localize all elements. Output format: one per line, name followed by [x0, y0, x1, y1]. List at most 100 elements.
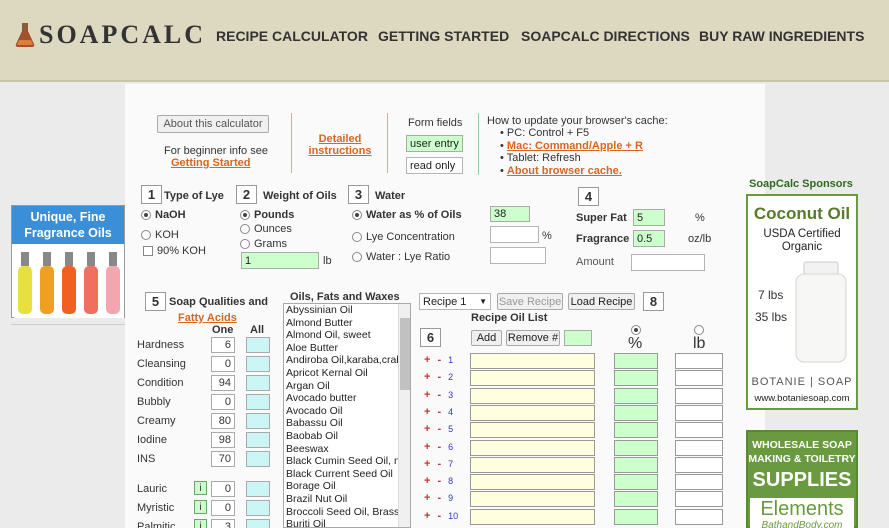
minus-icon[interactable]: -	[437, 510, 441, 522]
plus-icon[interactable]: +	[424, 406, 430, 418]
water-lye-ratio-option[interactable]: Water : Lye Ratio	[352, 251, 450, 263]
recipe-oil-pct-input[interactable]	[614, 456, 658, 473]
recipe-oil-pct-input[interactable]	[614, 404, 658, 421]
add-button[interactable]: Add	[471, 330, 502, 346]
nav-recipe-calculator[interactable]: RECIPE CALCULATOR	[216, 28, 368, 44]
fragrance-input[interactable]: 0.5	[633, 230, 665, 247]
water-lye-ratio-radio[interactable]	[352, 252, 362, 262]
water-lye-ratio-input[interactable]	[490, 247, 546, 264]
oil-list-item[interactable]: Beeswax	[284, 443, 410, 456]
minus-icon[interactable]: -	[437, 354, 441, 366]
minus-icon[interactable]: -	[437, 423, 441, 435]
plus-icon[interactable]: +	[424, 371, 430, 383]
koh-radio[interactable]	[141, 230, 151, 240]
water-pct-option[interactable]: Water as % of Oils	[352, 209, 462, 221]
koh-option[interactable]: KOH	[141, 229, 179, 241]
naoh-radio[interactable]	[141, 210, 151, 220]
nav-soapcalc-directions[interactable]: SOAPCALC DIRECTIONS	[521, 28, 690, 44]
minus-icon[interactable]: -	[437, 371, 441, 383]
minus-icon[interactable]: -	[437, 492, 441, 504]
oil-list-item[interactable]: Almond Oil, sweet	[284, 329, 410, 342]
ounces-option[interactable]: Ounces	[240, 223, 292, 235]
super-fat-input[interactable]: 5	[633, 209, 665, 226]
recipe-row-controls: + - 2	[424, 371, 453, 383]
grams-option[interactable]: Grams	[240, 238, 287, 250]
naoh-option[interactable]: NaOH	[141, 209, 186, 221]
pounds-option[interactable]: Pounds	[240, 209, 294, 221]
oil-list-item[interactable]: Black Cumin Seed Oil, nigella sativa	[284, 455, 410, 468]
minus-icon[interactable]: -	[437, 441, 441, 453]
oil-list-item[interactable]: Broccoli Seed Oil, Brassica	[284, 506, 410, 519]
remove-button[interactable]: Remove #	[506, 330, 560, 346]
oil-list-item[interactable]: Avocado Oil	[284, 405, 410, 418]
load-recipe-button[interactable]: Load Recipe	[568, 293, 635, 310]
remove-index-input[interactable]	[564, 330, 592, 346]
recipe-oil-pct-input[interactable]	[614, 353, 658, 369]
plus-icon[interactable]: +	[424, 389, 430, 401]
about-calculator-button[interactable]: About this calculator	[157, 115, 269, 133]
oil-list-item[interactable]: Brazil Nut Oil	[284, 493, 410, 506]
grams-radio[interactable]	[240, 239, 250, 249]
info-icon[interactable]: i	[194, 519, 207, 528]
oil-list-item[interactable]: Babassu Oil	[284, 417, 410, 430]
oil-list-item[interactable]: Apricot Kernal Oil	[284, 367, 410, 380]
detailed-instructions-link[interactable]: Detailed instructions	[306, 133, 374, 157]
lye-concentration-input[interactable]	[490, 226, 539, 243]
plus-icon[interactable]: +	[424, 423, 430, 435]
recipe-oil-pct-input[interactable]	[614, 387, 658, 404]
wholesale-supplies-ad[interactable]: WHOLESALE SOAP MAKING & TOILETRY SUPPLIE…	[746, 430, 858, 528]
plus-icon[interactable]: +	[424, 492, 430, 504]
soapcalc-logo[interactable]: SOAPCALC	[14, 20, 206, 50]
recipe-oil-pct-input[interactable]	[614, 370, 658, 387]
info-icon[interactable]: i	[194, 500, 207, 514]
oil-list-item[interactable]: Aloe Butter	[284, 342, 410, 355]
oil-list-item[interactable]: Baobab Oil	[284, 430, 410, 443]
water-pct-radio[interactable]	[352, 210, 362, 220]
oil-list-item[interactable]: Black Current Seed Oil	[284, 468, 410, 481]
info-icon[interactable]: i	[194, 481, 207, 495]
oil-list-item[interactable]: Buriti Oil	[284, 518, 410, 527]
plus-icon[interactable]: +	[424, 458, 430, 470]
cache-about[interactable]: • About browser cache.	[500, 165, 643, 178]
ounces-radio[interactable]	[240, 224, 250, 234]
oils-listbox[interactable]: Abyssinian Oil Almond Butter Almond Oil, s…	[283, 303, 411, 528]
oil-list-item[interactable]: Borage Oil	[284, 480, 410, 493]
plus-icon[interactable]: +	[424, 441, 430, 453]
nav-buy-raw-ingredients[interactable]: BUY RAW INGREDIENTS	[699, 28, 864, 44]
save-recipe-button[interactable]: Save Recipe	[497, 293, 563, 310]
recipe-oil-pct-input[interactable]	[614, 422, 658, 439]
plus-icon[interactable]: +	[424, 475, 430, 487]
minus-icon[interactable]: -	[437, 389, 441, 401]
koh90-checkbox[interactable]	[143, 246, 153, 256]
oil-list-item[interactable]: Argan Oil	[284, 380, 410, 393]
minus-icon[interactable]: -	[437, 458, 441, 470]
cache-mac[interactable]: • Mac: Command/Apple + R	[500, 140, 643, 153]
recipe-oil-pct-input[interactable]	[614, 508, 658, 525]
lye-concentration-option[interactable]: Lye Concentration	[352, 231, 455, 243]
lye-concentration-radio[interactable]	[352, 232, 362, 242]
recipe-oil-pct-input[interactable]	[614, 491, 658, 508]
nav-getting-started[interactable]: GETTING STARTED	[378, 28, 509, 44]
oil-list-item[interactable]: Andiroba Oil,karaba,crabwood	[284, 354, 410, 367]
minus-icon[interactable]: -	[437, 406, 441, 418]
fragrance-oils-ad[interactable]: Unique, Fine Fragrance Oils	[11, 205, 125, 318]
oil-weight-input[interactable]: 1	[241, 252, 319, 269]
water-title: Water	[375, 190, 406, 202]
recipe-oil-pct-input[interactable]	[614, 474, 658, 491]
getting-started-link[interactable]: Getting Started	[171, 157, 250, 169]
oil-list-item[interactable]: Avocado butter	[284, 392, 410, 405]
oil-list-item[interactable]: Almond Butter	[284, 317, 410, 330]
plus-icon[interactable]: +	[424, 510, 430, 522]
oils-scrollbar[interactable]	[398, 304, 410, 527]
oil-list-item[interactable]: Abyssinian Oil	[284, 304, 410, 317]
pounds-radio[interactable]	[240, 210, 250, 220]
recipe-select[interactable]: Recipe 1 ▼	[419, 293, 491, 310]
scrollbar-thumb[interactable]	[400, 318, 410, 390]
minus-icon[interactable]: -	[437, 475, 441, 487]
recipe-oil-pct-input[interactable]	[614, 439, 658, 456]
koh90-option[interactable]: 90% KOH	[143, 245, 206, 257]
fatty-acids-link[interactable]: Fatty Acids	[178, 312, 237, 324]
coconut-oil-ad[interactable]: Coconut Oil USDA Certified Organic 7 lbs…	[746, 194, 858, 410]
water-pct-input[interactable]: 38	[490, 206, 530, 222]
plus-icon[interactable]: +	[424, 354, 430, 366]
